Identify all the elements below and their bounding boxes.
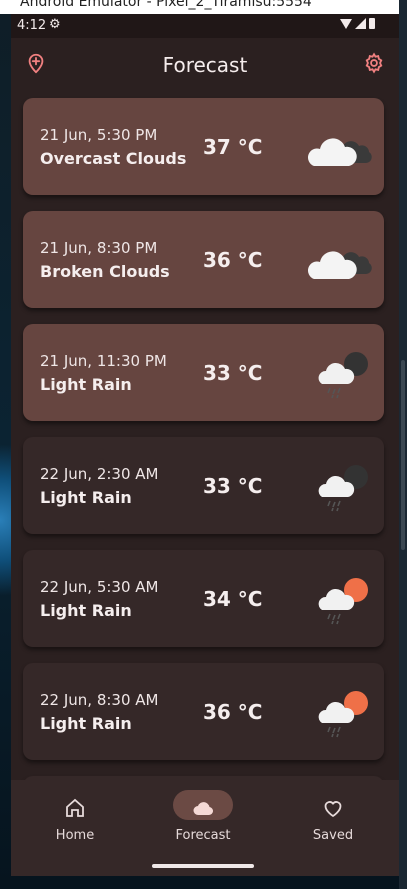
forecast-temperature: 33 °C bbox=[203, 474, 263, 498]
heart-icon bbox=[324, 801, 342, 818]
rain-sun-icon bbox=[308, 572, 374, 628]
forecast-condition: Overcast Clouds bbox=[40, 149, 187, 168]
forecast-card[interactable]: 22 Jun, 8:30 AM Light Rain 36 °C bbox=[23, 663, 384, 760]
forecast-card[interactable]: 22 Jun, 5:30 AM Light Rain 34 °C bbox=[23, 550, 384, 647]
forecast-condition: Light Rain bbox=[40, 375, 132, 394]
forecast-condition: Light Rain bbox=[40, 488, 132, 507]
forecast-condition: Light Rain bbox=[40, 601, 132, 620]
forecast-temperature: 33 °C bbox=[203, 361, 263, 385]
forecast-card[interactable]: 21 Jun, 5:30 PM Overcast Clouds 37 °C bbox=[23, 98, 384, 195]
bottom-navigation: Home Forecast Saved bbox=[11, 780, 399, 876]
page-title: Forecast bbox=[162, 53, 248, 77]
emulator-frame: Android Emulator - Pixel_2_Tiramisu:5554… bbox=[0, 0, 407, 889]
settings-gear-icon[interactable] bbox=[363, 52, 387, 76]
forecast-card[interactable]: 22 Jun, 2:30 AM Light Rain 33 °C bbox=[23, 437, 384, 534]
forecast-date: 22 Jun, 8:30 AM bbox=[40, 691, 159, 709]
cloud-icon bbox=[193, 802, 214, 815]
emulator-title-bar: Android Emulator - Pixel_2_Tiramisu:5554 bbox=[0, 0, 407, 14]
forecast-temperature: 36 °C bbox=[203, 248, 263, 272]
forecast-date: 21 Jun, 8:30 PM bbox=[40, 239, 158, 257]
battery-icon bbox=[369, 18, 375, 29]
phone-screen: 4:12 ⚙ Forecast 21 Jun, 5:30 PM Overcast… bbox=[11, 14, 399, 876]
forecast-temperature: 36 °C bbox=[203, 700, 263, 724]
forecast-card[interactable]: 21 Jun, 11:30 PM Light Rain 33 °C bbox=[23, 324, 384, 421]
home-icon bbox=[66, 798, 84, 817]
forecast-condition: Light Rain bbox=[40, 714, 132, 733]
side-panel-grip[interactable] bbox=[401, 360, 405, 550]
nav-forecast[interactable]: Forecast bbox=[143, 780, 263, 850]
forecast-temperature: 37 °C bbox=[203, 135, 263, 159]
forecast-card[interactable]: 21 Jun, 8:30 PM Broken Clouds 36 °C bbox=[23, 211, 384, 308]
forecast-date: 21 Jun, 5:30 PM bbox=[40, 126, 158, 144]
status-settings-icon: ⚙ bbox=[49, 17, 61, 32]
forecast-temperature: 34 °C bbox=[203, 587, 263, 611]
broken-clouds-icon bbox=[307, 233, 374, 289]
forecast-date: 21 Jun, 11:30 PM bbox=[40, 352, 167, 370]
wifi-icon bbox=[340, 18, 352, 29]
emulator-title: Android Emulator - Pixel_2_Tiramisu:5554 bbox=[20, 0, 312, 10]
rain-night-icon bbox=[308, 459, 374, 515]
emulator-side-panel bbox=[399, 0, 407, 889]
nav-forecast-label: Forecast bbox=[175, 828, 231, 843]
nav-home-label: Home bbox=[55, 828, 95, 843]
status-system-icons bbox=[340, 18, 375, 29]
forecast-date: 22 Jun, 5:30 AM bbox=[40, 578, 159, 596]
rain-night-icon bbox=[308, 346, 374, 402]
overcast-clouds-icon bbox=[307, 120, 374, 176]
app-bar: Forecast bbox=[11, 38, 399, 94]
status-time: 4:12 bbox=[17, 18, 47, 33]
forecast-date: 22 Jun, 2:30 AM bbox=[40, 465, 159, 483]
nav-saved[interactable]: Saved bbox=[273, 780, 393, 850]
forecast-condition: Broken Clouds bbox=[40, 262, 170, 281]
rain-sun-icon bbox=[308, 685, 374, 741]
signal-icon bbox=[355, 18, 366, 29]
status-bar: 4:12 ⚙ bbox=[11, 14, 399, 38]
nav-saved-label: Saved bbox=[312, 828, 354, 843]
nav-home[interactable]: Home bbox=[15, 780, 135, 850]
gesture-home-indicator[interactable] bbox=[152, 864, 254, 868]
